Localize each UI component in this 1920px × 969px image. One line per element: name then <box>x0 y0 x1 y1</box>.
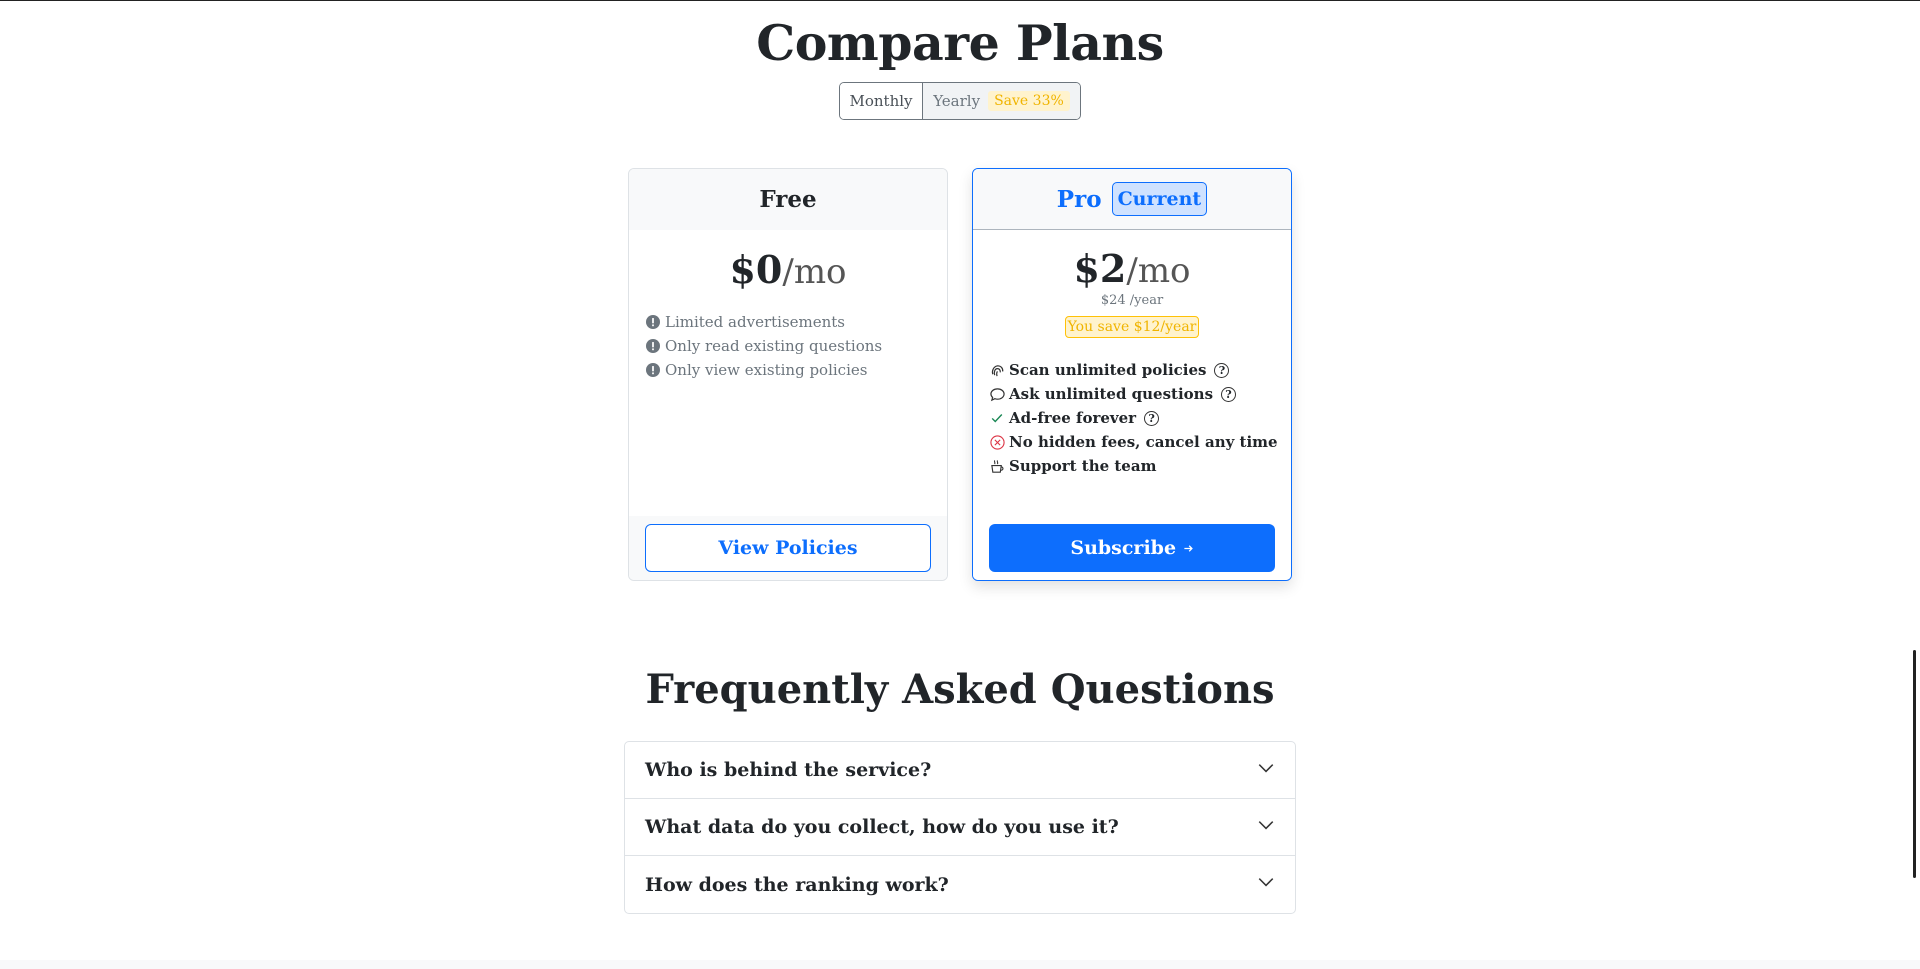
pro-yearly-price: $24 /year <box>1100 293 1164 308</box>
free-feature-label: Only view existing policies <box>665 361 868 379</box>
pro-feature: No hidden fees, cancel any time <box>989 430 1291 454</box>
check-icon <box>989 410 1005 426</box>
pro-feature-list: Scan unlimited policies ? Ask unlimited … <box>973 358 1291 478</box>
pro-feature-label: Ask unlimited questions <box>1009 385 1214 403</box>
monthly-option[interactable]: Monthly <box>840 83 923 119</box>
free-price-amount: $0 <box>729 247 783 292</box>
yearly-label: Yearly <box>933 92 981 110</box>
pro-feature-label: Scan unlimited policies <box>1009 361 1207 379</box>
view-policies-button[interactable]: View Policies <box>645 524 931 572</box>
chevron-down-icon <box>1257 873 1275 896</box>
fingerprint-icon <box>989 362 1005 378</box>
help-icon[interactable]: ? <box>1144 410 1160 426</box>
chevron-down-icon <box>1257 759 1275 782</box>
free-plan-footer: View Policies <box>629 516 947 580</box>
free-feature: Only read existing questions <box>645 334 947 358</box>
pro-plan-name: Pro <box>1056 185 1102 213</box>
pro-plan-price: $2/mo <box>973 246 1291 291</box>
free-feature-label: Only read existing questions <box>665 337 883 355</box>
arrow-right-icon <box>1183 537 1194 559</box>
chat-bubble-icon <box>989 386 1005 402</box>
pro-price-unit: /mo <box>1126 251 1191 291</box>
pro-feature: Ask unlimited questions ? <box>989 382 1291 406</box>
pro-feature: Ad-free forever ? <box>989 406 1291 430</box>
free-feature-label: Limited advertisements <box>665 313 846 331</box>
exclamation-circle-icon <box>645 362 661 378</box>
faq-item[interactable]: What data do you collect, how do you use… <box>625 799 1295 856</box>
free-feature-list: Limited advertisements Only read existin… <box>629 310 947 382</box>
you-save-badge: You save $12/year <box>1065 316 1199 338</box>
faq-question: How does the ranking work? <box>645 873 949 896</box>
billing-toggle: Monthly Yearly Save 33% <box>839 82 1081 120</box>
footer-strip <box>0 960 1920 969</box>
help-icon[interactable]: ? <box>1214 362 1230 378</box>
pro-feature-label: Support the team <box>1009 457 1157 475</box>
pro-price-amount: $2 <box>1073 246 1127 291</box>
yearly-option[interactable]: Yearly Save 33% <box>923 83 1080 119</box>
pro-plan-footer: Subscribe <box>973 516 1291 580</box>
chevron-down-icon <box>1257 816 1275 839</box>
subscribe-label: Subscribe <box>1070 537 1177 559</box>
help-icon[interactable]: ? <box>1221 386 1237 402</box>
pro-feature: Scan unlimited policies ? <box>989 358 1291 382</box>
pro-plan-card: Pro Current $2/mo $24 /year You save $12… <box>972 168 1292 581</box>
top-border <box>0 0 1920 1</box>
exclamation-circle-icon <box>645 314 661 330</box>
faq-accordion: Who is behind the service? What data do … <box>624 741 1296 914</box>
save-badge: Save 33% <box>988 91 1070 111</box>
pro-plan-header: Pro Current <box>973 169 1291 230</box>
pro-feature-label: No hidden fees, cancel any time <box>1009 433 1278 451</box>
free-price-unit: /mo <box>782 252 847 292</box>
free-plan-name: Free <box>759 186 817 213</box>
faq-title: Frequently Asked Questions <box>645 666 1275 713</box>
free-feature: Limited advertisements <box>645 310 947 334</box>
free-plan-card: Free $0/mo Limited advertisements Only r… <box>628 168 948 581</box>
pro-feature: Support the team <box>989 454 1291 478</box>
x-circle-icon <box>989 434 1005 450</box>
free-feature: Only view existing policies <box>645 358 947 382</box>
subscribe-button[interactable]: Subscribe <box>989 524 1275 572</box>
free-plan-price: $0/mo <box>629 247 947 292</box>
current-plan-badge: Current <box>1111 182 1208 216</box>
faq-question: What data do you collect, how do you use… <box>645 816 1119 838</box>
faq-item[interactable]: How does the ranking work? <box>625 856 1295 913</box>
faq-question: Who is behind the service? <box>645 759 932 781</box>
scrollbar-thumb[interactable] <box>1913 650 1916 878</box>
coffee-cup-icon <box>989 458 1005 474</box>
faq-item[interactable]: Who is behind the service? <box>625 742 1295 799</box>
free-plan-header: Free <box>629 169 947 230</box>
exclamation-circle-icon <box>645 338 661 354</box>
page-title: Compare Plans <box>756 14 1164 72</box>
pro-feature-label: Ad-free forever <box>1009 409 1137 427</box>
